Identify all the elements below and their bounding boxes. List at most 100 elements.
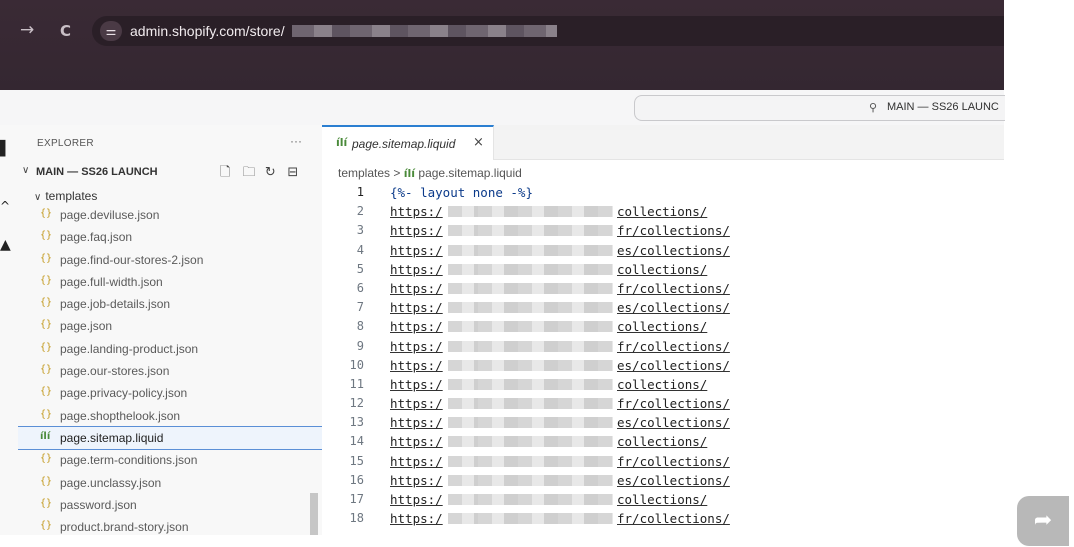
code-line[interactable]: 9 https:/ fr/collections/ xyxy=(322,337,1004,356)
more-actions-icon[interactable]: ··· xyxy=(290,134,302,148)
url-start: https:/ xyxy=(390,280,443,296)
redacted xyxy=(478,359,613,371)
file-item[interactable]: {} product.brand-story.json xyxy=(18,516,322,535)
file-name: page.unclassy.json xyxy=(60,475,162,490)
url-end: fr/collections/ xyxy=(617,223,730,239)
code-line[interactable]: 10 https:/ es/collections/ xyxy=(322,356,1004,375)
activity-person-icon[interactable]: ▲ xyxy=(0,237,11,253)
redacted xyxy=(478,302,613,314)
url-end: es/collections/ xyxy=(617,300,730,316)
new-folder-icon[interactable]: 🗀 xyxy=(242,163,260,185)
file-list: {} page.deviluse.json {} page.faq.json {} p… xyxy=(18,204,322,535)
file-item[interactable]: {} page.unclassy.json xyxy=(18,472,322,494)
redacted xyxy=(478,494,613,505)
file-name: page.term-conditions.json xyxy=(60,453,198,468)
line-number: 9 xyxy=(356,338,364,353)
file-item-selected[interactable]: ílí page.sitemap.liquid xyxy=(18,425,322,451)
line-number: 6 xyxy=(356,280,364,295)
json-file-icon: {} xyxy=(40,364,53,376)
url-start: https:/ xyxy=(390,511,443,527)
redacted xyxy=(478,378,613,390)
url-end: fr/collections/ xyxy=(617,511,730,527)
file-item[interactable]: {} password.json xyxy=(18,494,322,516)
code-line[interactable]: 13 https:/ es/collections/ xyxy=(322,413,1004,432)
code-line[interactable]: 14 https:/ collections/ xyxy=(322,432,1004,451)
url-end: fr/collections/ xyxy=(617,453,730,469)
close-icon[interactable]: × xyxy=(473,135,484,150)
liquid-file-icon: ílí xyxy=(40,430,51,442)
code-line[interactable]: 3 https:/ fr/collections/ xyxy=(322,221,1004,240)
explorer-title: EXPLORER xyxy=(37,138,94,149)
editor-tab[interactable]: ílí page.sitemap.liquid × xyxy=(322,125,494,160)
code-line[interactable]: 8 https:/ collections/ xyxy=(322,317,1004,336)
file-item[interactable]: {} page.job-details.json xyxy=(18,293,322,315)
redacted xyxy=(478,474,613,486)
workspace-row[interactable]: ∨ MAIN — SS26 LAUNCH 🗋 🗀 ↻ ⊟ xyxy=(22,165,318,181)
json-file-icon: {} xyxy=(40,475,53,487)
share-button[interactable]: ➦ xyxy=(1017,496,1069,546)
code-line[interactable]: 18 https:/ fr/collections/ xyxy=(322,509,1004,528)
url-end: collections/ xyxy=(617,204,708,220)
tune-icon[interactable]: ⚌ xyxy=(100,21,122,41)
breadcrumb-folder[interactable]: templates xyxy=(338,166,390,180)
explorer-scrollbar[interactable] xyxy=(310,493,318,535)
redacted xyxy=(478,455,613,467)
redacted xyxy=(478,417,613,429)
line-number: 12 xyxy=(349,396,364,411)
activity-chevron-icon[interactable]: ^ xyxy=(0,199,10,213)
chevron-down-icon[interactable]: ∨ xyxy=(22,165,29,176)
url-start: https:/ xyxy=(390,492,443,507)
json-file-icon: {} xyxy=(40,341,53,353)
file-item[interactable]: {} page.faq.json xyxy=(18,226,322,248)
code-line[interactable]: 15 https:/ fr/collections/ xyxy=(322,452,1004,471)
code-line[interactable]: 17 https:/ collections/ xyxy=(322,490,1004,509)
code-line[interactable]: 1 {%- layout none -%} xyxy=(322,183,1004,202)
breadcrumb-file[interactable]: page.sitemap.liquid xyxy=(418,166,521,180)
file-item[interactable]: {} page.deviluse.json xyxy=(18,204,322,226)
url-start: https:/ xyxy=(390,434,443,450)
liquid-file-icon: ílí xyxy=(403,167,416,180)
code-line[interactable]: 16 https:/ es/collections/ xyxy=(322,471,1004,490)
url-text: admin.shopify.com/store/ xyxy=(130,23,285,39)
file-item[interactable]: {} page.shopthelook.json xyxy=(18,405,322,427)
file-name: page.job-details.json xyxy=(60,297,171,312)
code-line[interactable]: 7 https:/ es/collections/ xyxy=(322,298,1004,317)
file-item[interactable]: {} page.privacy-policy.json xyxy=(18,382,322,404)
code-lines[interactable]: 1 {%- layout none -%} 2 https:/ collections… xyxy=(322,183,1004,528)
browser-nav-row: → C ⚌ admin.shopify.com/store/ xyxy=(0,10,1004,56)
file-item[interactable]: {} page.landing-product.json xyxy=(18,338,322,360)
url-end: es/collections/ xyxy=(617,242,730,258)
liquid-file-icon: ílí xyxy=(336,136,348,149)
file-item[interactable]: {} page.json xyxy=(18,315,322,337)
code-line[interactable]: 4 https:/ es/collections/ xyxy=(322,241,1004,260)
file-item[interactable]: {} page.our-stores.json xyxy=(18,360,322,382)
file-name: password.json xyxy=(60,497,137,512)
code-line[interactable]: 6 https:/ fr/collections/ xyxy=(322,279,1004,298)
browser-toolbar: → C ⚌ admin.shopify.com/store/ xyxy=(0,0,1004,90)
file-item[interactable]: {} page.term-conditions.json xyxy=(18,449,322,471)
workspace-actions: 🗋 🗀 ↻ ⊟ xyxy=(220,163,305,185)
activity-icon[interactable]: ▌ xyxy=(0,141,11,157)
folder-templates[interactable]: ∨ templates xyxy=(34,187,97,205)
code-line[interactable]: 11 https:/ collections/ xyxy=(322,375,1004,394)
admin-search-box[interactable]: ⚲ MAIN — SS26 LAUNC xyxy=(634,95,1005,121)
file-item[interactable]: {} page.full-width.json xyxy=(18,271,322,293)
refresh-icon[interactable]: ↻ xyxy=(265,165,283,180)
new-file-icon[interactable]: 🗋 xyxy=(220,163,238,185)
redacted xyxy=(478,398,613,410)
code-line[interactable]: 12 https:/ fr/collections/ xyxy=(322,394,1004,413)
reload-icon[interactable]: C xyxy=(60,22,71,40)
url-end: fr/collections/ xyxy=(617,396,730,412)
redacted xyxy=(478,321,613,333)
collapse-all-icon[interactable]: ⊟ xyxy=(287,165,305,180)
code-line[interactable]: 2 https:/ collections/ xyxy=(322,202,1004,221)
line-number: 14 xyxy=(349,434,364,449)
forward-icon[interactable]: → xyxy=(20,20,34,40)
url-end: fr/collections/ xyxy=(617,338,730,354)
url-end: es/collections/ xyxy=(617,472,730,488)
file-item[interactable]: {} page.find-our-stores-2.json xyxy=(18,249,322,271)
code-line[interactable]: 5 https:/ collections/ xyxy=(322,260,1004,279)
file-name: page.privacy-policy.json xyxy=(60,386,188,401)
json-file-icon: {} xyxy=(40,230,53,242)
address-bar[interactable]: ⚌ admin.shopify.com/store/ xyxy=(92,16,1004,46)
